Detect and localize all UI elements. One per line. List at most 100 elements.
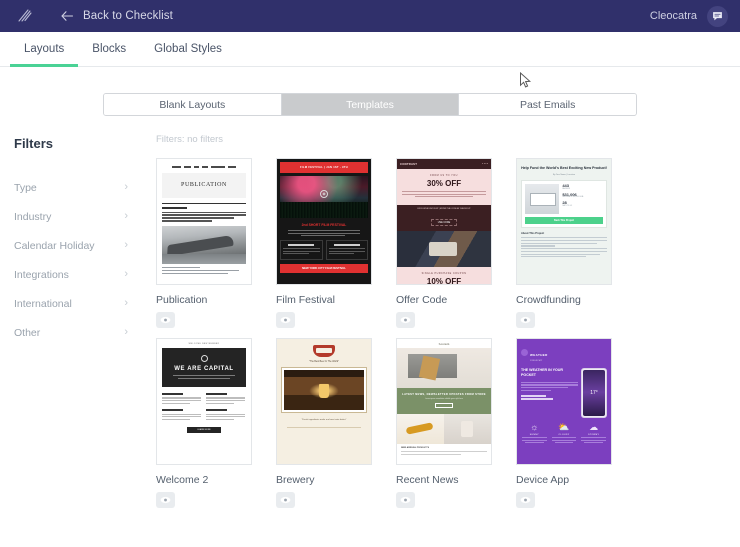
tab-blocks[interactable]: Blocks [78, 32, 140, 66]
sidebar-item-type-label: Type [14, 181, 37, 194]
segment-templates[interactable]: Templates [281, 94, 460, 115]
rn-brand: Serenum [438, 342, 450, 346]
segment-past-emails-label: Past Emails [519, 98, 576, 111]
content-area: Filters Type › Industry › Calendar Holid… [0, 116, 740, 508]
template-thumbnail-welcome-2[interactable]: WELCOME NEW MEMBER WE ARE CAPITAL LEARN … [156, 338, 252, 465]
tab-global-styles[interactable]: Global Styles [140, 32, 236, 66]
cf-stat-value: 443 [562, 183, 569, 189]
partly-cloudy-icon: ⛅ [558, 422, 570, 432]
tab-layouts[interactable]: Layouts [10, 32, 79, 67]
w2-eyebrow: WELCOME NEW MEMBER [188, 343, 220, 345]
cf-photo [525, 184, 560, 215]
eye-icon [160, 311, 171, 329]
sun-icon: ☼ [530, 422, 539, 432]
da-brand: WEATHER [530, 353, 548, 357]
preview-button[interactable] [156, 312, 175, 328]
back-to-checklist-link[interactable]: Back to Checklist [60, 9, 173, 23]
publication-paragraph [162, 211, 246, 222]
chevron-right-icon: › [124, 239, 128, 251]
preview-button[interactable] [276, 492, 295, 508]
template-card: PUBLICATION Publication [156, 158, 252, 328]
template-thumbnail-recent-news[interactable]: Serenum LATEST NEWS, NEWSLETTER UPDATES … [396, 338, 492, 465]
template-name: Offer Code [396, 294, 448, 306]
templates-panel: Filters: no filters PUBLICATION Publicat… [144, 134, 740, 508]
publication-artwork: PUBLICATION [157, 159, 251, 284]
phone-mockup: 17° [581, 368, 607, 418]
filters-sidebar: Filters Type › Industry › Calendar Holid… [0, 134, 144, 508]
sidebar-item-type[interactable]: Type › [14, 173, 144, 202]
template-thumbnail-offer-code[interactable]: CONTRAST ● ● ● ● FROM US TO YOU 30% OFF … [396, 158, 492, 285]
template-thumbnail-device-app[interactable]: WEATHER FORECAST APP THE WEATHER IN YOUR… [516, 338, 612, 465]
top-bar: Back to Checklist Cleocatra [0, 0, 740, 32]
preview-button[interactable] [516, 312, 535, 328]
da-heading: THE WEATHER IN YOUR POCKET [521, 368, 563, 378]
oc-brand: CONTRAST [400, 162, 418, 166]
preview-button[interactable] [396, 492, 415, 508]
cf-stat-label: DAYS TO GO [562, 205, 573, 207]
filters-title: Filters [14, 136, 54, 151]
preview-button[interactable] [396, 312, 415, 328]
tab-bar: Layouts Blocks Global Styles [0, 32, 740, 67]
preview-button[interactable] [276, 312, 295, 328]
eye-icon [520, 491, 531, 509]
oc-eyebrow: FROM US TO YOU [430, 174, 458, 177]
oc-eyebrow-2: SINGLE PURCHASE COUPON [421, 271, 467, 275]
w2-button-label: LEARN MORE [197, 429, 211, 432]
recent-news-photo [397, 348, 491, 388]
sidebar-item-other[interactable]: Other › [14, 318, 144, 347]
cf-heading: Help Fund the World's Best Exciting New … [521, 166, 607, 170]
brewery-quote-1: "The Best Beer In The World" [308, 361, 339, 363]
publication-title: PUBLICATION [162, 172, 246, 198]
cf-subheading: By Your Name | Location [553, 174, 575, 177]
film-festival-photo: ◉ [280, 176, 368, 218]
template-thumbnail-publication[interactable]: PUBLICATION [156, 158, 252, 285]
da-feature-label: SUNNY [529, 434, 539, 436]
cf-stat-label: BACKERS [562, 188, 570, 190]
tab-layouts-label: Layouts [24, 43, 65, 55]
preview-button[interactable] [156, 492, 175, 508]
sidebar-item-integrations-label: Integrations [14, 268, 69, 281]
offer-code-artwork: CONTRAST ● ● ● ● FROM US TO YOU 30% OFF … [397, 159, 491, 284]
segment-blank-layouts[interactable]: Blank Layouts [104, 94, 282, 115]
camera-icon: ◉ [320, 189, 328, 198]
cf-stat-value: 28 [562, 200, 567, 206]
w2-hero-title: WE ARE CAPITAL [174, 366, 234, 372]
cf-section-title: About This Project [521, 232, 545, 236]
sidebar-item-industry-label: Industry [14, 210, 52, 223]
template-name: Welcome 2 [156, 474, 209, 486]
weather-logo-icon [521, 349, 528, 356]
w2-badge-icon [200, 355, 208, 362]
eye-icon [400, 311, 411, 329]
oc-discount-2: 10% OFF [426, 276, 462, 285]
topbar-right-group: Cleocatra [650, 5, 728, 27]
tab-global-styles-label: Global Styles [154, 43, 222, 55]
preview-button[interactable] [516, 492, 535, 508]
template-thumbnail-crowdfunding[interactable]: Help Fund the World's Best Exciting New … [516, 158, 612, 285]
template-name: Publication [156, 294, 208, 306]
sidebar-item-international-label: International [14, 297, 72, 310]
sidebar-item-calendar-holiday[interactable]: Calendar Holiday › [14, 231, 144, 260]
template-name: Device App [516, 474, 570, 486]
sidebar-item-international[interactable]: International › [14, 289, 144, 318]
segment-past-emails[interactable]: Past Emails [459, 94, 636, 115]
template-name: Film Festival [276, 294, 335, 306]
offer-code-photo [397, 230, 491, 267]
sidebar-item-integrations[interactable]: Integrations › [14, 260, 144, 289]
template-card: FILM FESTIVAL | JAN 1ST - 9TH ◉ 2nd SHOR… [276, 158, 372, 328]
template-thumbnail-brewery[interactable]: "The Best Beer In The World" "Fresh ingr… [276, 338, 372, 465]
template-thumbnail-film-festival[interactable]: FILM FESTIVAL | JAN 1ST - 9TH ◉ 2nd SHOR… [276, 158, 372, 285]
eye-icon [280, 491, 291, 509]
template-name: Brewery [276, 474, 315, 486]
rn-button [435, 403, 453, 408]
sidebar-item-other-label: Other [14, 326, 41, 339]
sidebar-item-industry[interactable]: Industry › [14, 202, 144, 231]
cf-button-label: Back This Project [553, 219, 575, 223]
segment-blank-layouts-label: Blank Layouts [159, 98, 226, 111]
chat-bubble-icon[interactable] [707, 5, 728, 27]
chevron-right-icon: › [124, 268, 128, 280]
eye-icon [280, 311, 291, 329]
device-app-artwork: WEATHER FORECAST APP THE WEATHER IN YOUR… [517, 339, 611, 464]
oc-coupon-label: EXCLUSIVE DISCOUNT | ENTER THE CODE AT C… [417, 207, 471, 210]
oc-coupon-code-1: USE CODE [430, 218, 458, 226]
template-grid: PUBLICATION Publication FILM FESTIVAL | … [156, 158, 730, 508]
